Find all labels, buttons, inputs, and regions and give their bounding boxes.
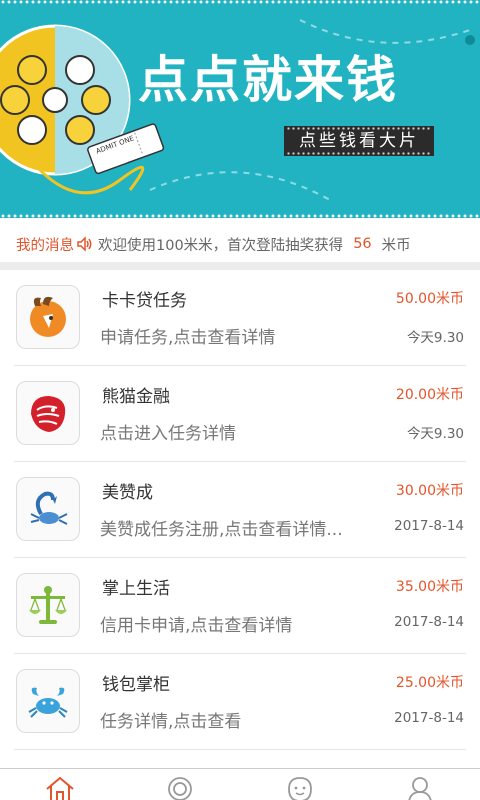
promo-banner[interactable]: ADMIT ONE 点点就来钱 点些钱看大片 [0,0,480,218]
libra-logo-icon [16,573,80,637]
crab-logo-icon [16,669,80,733]
task-name: 掌上生活 [102,579,170,599]
app-screen: ADMIT ONE 点点就来钱 点些钱看大片 我的消息 欢迎使用100米米，首次… [0,0,480,800]
discover-icon [168,777,192,800]
message-notice-bar[interactable]: 我的消息 欢迎使用100米米，首次登陆抽奖获得 56 米币 [0,226,480,262]
task-list: 卡卡贷任务 申请任务,点击查看详情 50.00米币 今天9.30 熊猫金融 点击… [0,270,480,750]
notice-unit: 米币 [381,237,411,254]
tab-discover[interactable] [120,769,240,800]
bottom-tab-bar [0,768,480,800]
task-reward: 20.00米币 [395,387,464,403]
task-date: 2017-8-14 [394,518,464,534]
task-description: 点击进入任务详情 [100,424,236,444]
task-description: 信用卡申请,点击查看详情 [100,616,293,636]
task-description: 申请任务,点击查看详情 [100,328,276,348]
banner-title: 点点就来钱 [138,51,398,109]
task-reward: 30.00米币 [395,483,464,499]
my-messages-label: 我的消息 [16,237,74,254]
task-item-zhangshang-shenghuo[interactable]: 掌上生活 信用卡申请,点击查看详情 35.00米币 2017-8-14 [14,558,466,654]
banner-subtitle: 点些钱看大片 [284,126,434,156]
speaker-icon [77,236,92,252]
task-date: 今天9.30 [406,426,464,442]
tab-profile[interactable] [360,769,480,800]
task-item-kakadai[interactable]: 卡卡贷任务 申请任务,点击查看详情 50.00米币 今天9.30 [14,270,466,366]
tab-face[interactable] [240,769,360,800]
task-date: 今天9.30 [406,330,464,346]
task-reward: 25.00米币 [395,675,464,691]
task-name: 美赞成 [102,483,153,503]
task-date: 2017-8-14 [394,614,464,630]
face-icon [288,777,312,800]
task-reward: 35.00米币 [395,579,464,595]
task-name: 钱包掌柜 [102,675,170,695]
goat-logo-icon [16,285,80,349]
task-item-qianbao-zhanggui[interactable]: 钱包掌柜 任务详情,点击查看 25.00米币 2017-8-14 [14,654,466,750]
banner-dots-bottom [0,214,480,218]
home-icon [46,776,74,800]
task-description: 任务详情,点击查看 [100,712,242,732]
task-date: 2017-8-14 [394,710,464,726]
task-name: 卡卡贷任务 [102,291,187,311]
notice-amount: 56 [353,236,372,252]
task-reward: 50.00米币 [395,291,464,307]
section-divider [0,262,480,270]
notice-text: 欢迎使用100米米，首次登陆抽奖获得 [98,237,344,254]
task-item-panda-finance[interactable]: 熊猫金融 点击进入任务详情 20.00米币 今天9.30 [14,366,466,462]
tab-home[interactable] [0,769,120,800]
task-name: 熊猫金融 [102,387,170,407]
scorpion-logo-icon [16,477,80,541]
task-description: 美赞成任务注册,点击查看详情... [100,520,343,540]
task-item-meizancheng[interactable]: 美赞成 美赞成任务注册,点击查看详情... 30.00米币 2017-8-14 [14,462,466,558]
profile-icon [408,777,432,800]
lion-logo-icon [16,381,80,445]
